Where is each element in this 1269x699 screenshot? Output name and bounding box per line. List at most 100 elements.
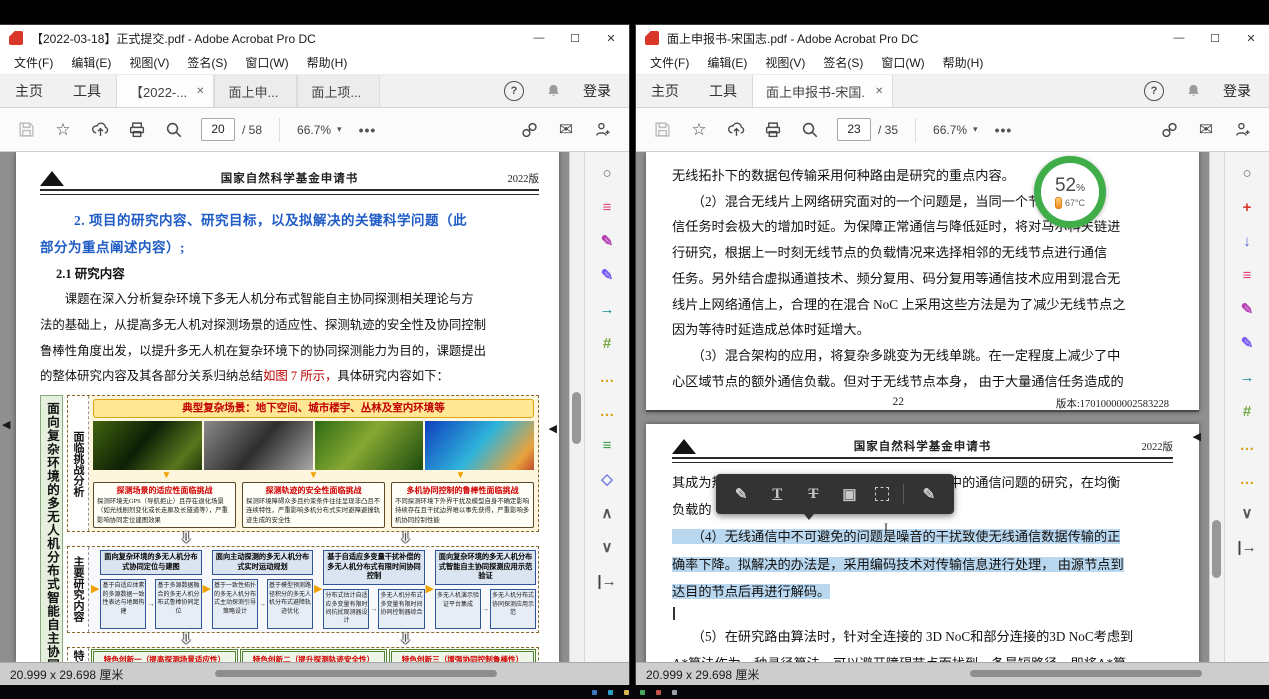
menu-item[interactable]: 签名(S) (815, 52, 871, 73)
zoom-control[interactable]: 66.7% ▾ (933, 123, 978, 137)
share-cloud-icon[interactable] (726, 120, 746, 140)
menu-item[interactable]: 文件(F) (642, 52, 697, 73)
send-for-review-icon[interactable]: → (596, 298, 618, 320)
taskbar-app-1[interactable] (592, 690, 597, 695)
menu-item[interactable]: 签名(S) (179, 52, 235, 73)
underline-icon[interactable]: T (766, 482, 788, 506)
menu-item[interactable]: 帮助(H) (935, 52, 992, 73)
menu-item[interactable]: 窗口(W) (873, 52, 932, 73)
tab-home[interactable]: 主页 (636, 75, 694, 107)
menu-item[interactable]: 帮助(H) (299, 52, 356, 73)
scrollbar-thumb[interactable] (572, 392, 581, 444)
sign-in-button[interactable]: 登录 (1223, 81, 1251, 101)
tab-tools[interactable]: 工具 (58, 75, 116, 107)
save-icon[interactable] (652, 120, 672, 140)
add-user-icon[interactable] (593, 120, 613, 140)
add-user-icon[interactable] (1233, 120, 1253, 140)
edit-pdf-icon[interactable]: ✎ (1236, 298, 1258, 320)
search-icon[interactable] (164, 120, 184, 140)
menu-item[interactable]: 文件(F) (6, 52, 61, 73)
share-link-icon[interactable] (1159, 120, 1179, 140)
help-icon[interactable]: ? (504, 81, 524, 101)
taskbar-app-3[interactable] (624, 690, 629, 695)
fill-sign-icon[interactable]: ✎ (596, 264, 618, 286)
email-icon[interactable]: ✉ (1196, 120, 1216, 140)
star-icon[interactable]: ☆ (53, 120, 73, 140)
page-nav-arrow[interactable]: ◀ (1193, 430, 1201, 443)
edit-pdf-icon[interactable]: ✎ (596, 230, 618, 252)
minimize-button[interactable]: — (521, 25, 557, 51)
maximize-button[interactable]: ☐ (1197, 25, 1233, 51)
share-link-icon[interactable] (519, 120, 539, 140)
find-icon[interactable]: ○ (596, 162, 618, 184)
collapse-pane-icon[interactable]: |→ (596, 570, 618, 592)
tab-home[interactable]: 主页 (0, 75, 58, 107)
vertical-scrollbar[interactable] (569, 152, 584, 662)
bell-icon[interactable] (1186, 83, 1201, 99)
page-view[interactable]: 国家自然科学基金申请书 2022版 2. 项目的研究内容、研究目标，以及拟解决的… (0, 152, 569, 662)
taskbar-app-2[interactable] (608, 690, 613, 695)
horizontal-scrollbar[interactable] (970, 670, 1202, 677)
chevron-down-icon[interactable]: ∨ (1236, 502, 1258, 524)
close-tab-icon[interactable]: ✕ (196, 86, 204, 97)
snapshot-icon[interactable] (875, 487, 889, 501)
edit-pdf-icon[interactable]: ✎ (918, 482, 940, 506)
tab-doc-zhengshitijiao[interactable]: 【2022-...✕ (116, 75, 214, 107)
menu-item[interactable]: 编辑(E) (699, 52, 755, 73)
sign-in-button[interactable]: 登录 (583, 81, 611, 101)
close-button[interactable]: ✕ (1233, 25, 1269, 51)
page-number-input[interactable]: 23 (837, 118, 871, 141)
send-for-review-icon[interactable]: → (1236, 366, 1258, 388)
taskbar-app-5[interactable] (656, 690, 661, 695)
share-cloud-icon[interactable] (90, 120, 110, 140)
print-icon[interactable] (127, 120, 147, 140)
windows-taskbar[interactable] (0, 685, 1269, 699)
create-pdf-icon[interactable]: + (1236, 196, 1258, 218)
more-tools-icon[interactable]: ••• (359, 122, 377, 138)
minimize-button[interactable]: — (1161, 25, 1197, 51)
tab-tools[interactable]: 工具 (694, 75, 752, 107)
protect-icon[interactable]: ◇ (596, 468, 618, 490)
tab-doc-mianshangshenbaoshu[interactable]: 面上申报书-宋国...✕ (752, 75, 893, 107)
taskbar-app-4[interactable] (640, 690, 645, 695)
crop-pages-icon[interactable]: # (596, 332, 618, 354)
taskbar-app-6[interactable] (672, 690, 677, 695)
previous-page-arrow[interactable]: ◀ (2, 418, 10, 431)
scan-ocr-icon[interactable]: ≡ (596, 434, 618, 456)
help-icon[interactable]: ? (1144, 81, 1164, 101)
star-icon[interactable]: ☆ (689, 120, 709, 140)
menu-item[interactable]: 窗口(W) (237, 52, 296, 73)
comment-file-icon[interactable]: … (596, 366, 618, 388)
print-icon[interactable] (763, 120, 783, 140)
zoom-control[interactable]: 66.7% ▾ (297, 123, 342, 137)
comment-file-icon[interactable]: … (1236, 434, 1258, 456)
replace-text-icon[interactable]: ▣ (839, 482, 861, 506)
tab-doc-mianshangxiang[interactable]: 面上项... (297, 75, 380, 107)
page-nav-arrow[interactable]: ◀ (549, 422, 557, 435)
comment-icon[interactable]: … (1236, 468, 1258, 490)
organize-pages-icon[interactable]: ≡ (1236, 264, 1258, 286)
vertical-scrollbar[interactable] (1209, 152, 1224, 662)
close-button[interactable]: ✕ (593, 25, 629, 51)
menu-item[interactable]: 视图(V) (757, 52, 813, 73)
more-tools-icon[interactable]: ••• (995, 122, 1013, 138)
chevron-up-icon[interactable]: ∧ (596, 502, 618, 524)
title-bar[interactable]: 【2022-03-18】正式提交.pdf - Adobe Acrobat Pro… (0, 25, 629, 51)
menu-item[interactable]: 视图(V) (121, 52, 177, 73)
highlight-icon[interactable]: ✎ (730, 482, 752, 506)
save-icon[interactable] (16, 120, 36, 140)
fill-sign-icon[interactable]: ✎ (1236, 332, 1258, 354)
chevron-down-icon[interactable]: ∨ (596, 536, 618, 558)
bell-icon[interactable] (546, 83, 561, 99)
strikethrough-icon[interactable]: T (802, 482, 824, 506)
maximize-button[interactable]: ☐ (557, 25, 593, 51)
performance-overlay-badge[interactable]: 52% 67°C (1034, 156, 1106, 228)
scrollbar-thumb[interactable] (1212, 520, 1221, 578)
comment-icon[interactable]: … (596, 400, 618, 422)
email-icon[interactable]: ✉ (556, 120, 576, 140)
find-icon[interactable]: ○ (1236, 162, 1258, 184)
page-number-input[interactable]: 20 (201, 118, 235, 141)
page-view[interactable]: 无线拓扑下的数据包传输采用何种路由是研究的重点内容。 （2）混合无线片上网络研究… (636, 152, 1209, 662)
menu-item[interactable]: 编辑(E) (63, 52, 119, 73)
horizontal-scrollbar[interactable] (215, 670, 497, 677)
